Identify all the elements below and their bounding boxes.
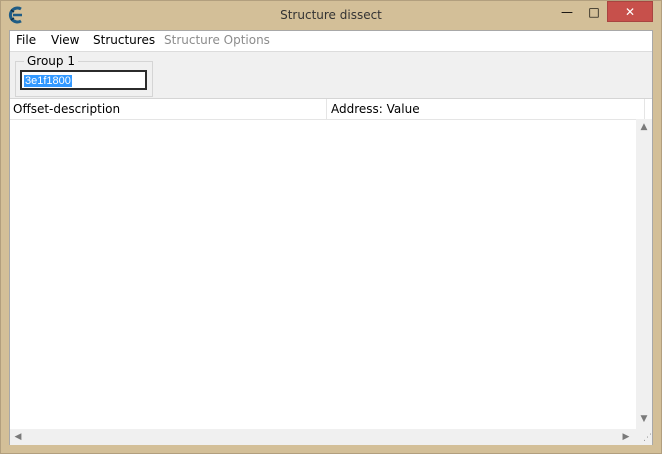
menu-file[interactable]: File [16,33,36,47]
column-divider[interactable] [326,99,327,119]
minimize-button[interactable]: — [553,1,581,22]
maximize-button[interactable]: □ [581,1,607,22]
scroll-right-icon[interactable]: ▶ [618,429,634,445]
vertical-scrollbar[interactable]: ▲ ▼ [636,119,652,429]
scroll-left-icon[interactable]: ◀ [10,429,26,445]
menu-bar: File View Structures Structure Options [10,31,652,52]
structure-dissect-window: Structure dissect — □ ✕ File View Struct… [0,0,662,454]
column-address-value[interactable]: Address: Value [331,102,420,116]
group-label: Group 1 [24,54,78,68]
menu-view[interactable]: View [51,33,79,47]
column-header: Offset-description Address: Value [10,99,652,120]
menu-structures[interactable]: Structures [93,33,155,47]
structure-list[interactable]: Offset-description Address: Value ▲ ▼ ◀ … [10,98,652,445]
resize-grip[interactable]: ⋰ [636,429,652,445]
address-input[interactable]: 3e1f1800 [20,70,147,90]
scroll-up-icon[interactable]: ▲ [636,119,652,135]
scroll-down-icon[interactable]: ▼ [636,411,652,427]
column-divider[interactable] [644,99,645,119]
client-area: File View Structures Structure Options G… [9,30,653,445]
menu-structure-options: Structure Options [164,33,270,47]
horizontal-scrollbar[interactable]: ◀ ▶ [10,429,636,445]
title-bar[interactable]: Structure dissect — □ ✕ [1,1,661,30]
column-offset-description[interactable]: Offset-description [13,102,120,116]
address-value: 3e1f1800 [24,75,72,87]
group-box: Group 1 3e1f1800 [15,54,153,97]
close-button[interactable]: ✕ [607,1,653,22]
